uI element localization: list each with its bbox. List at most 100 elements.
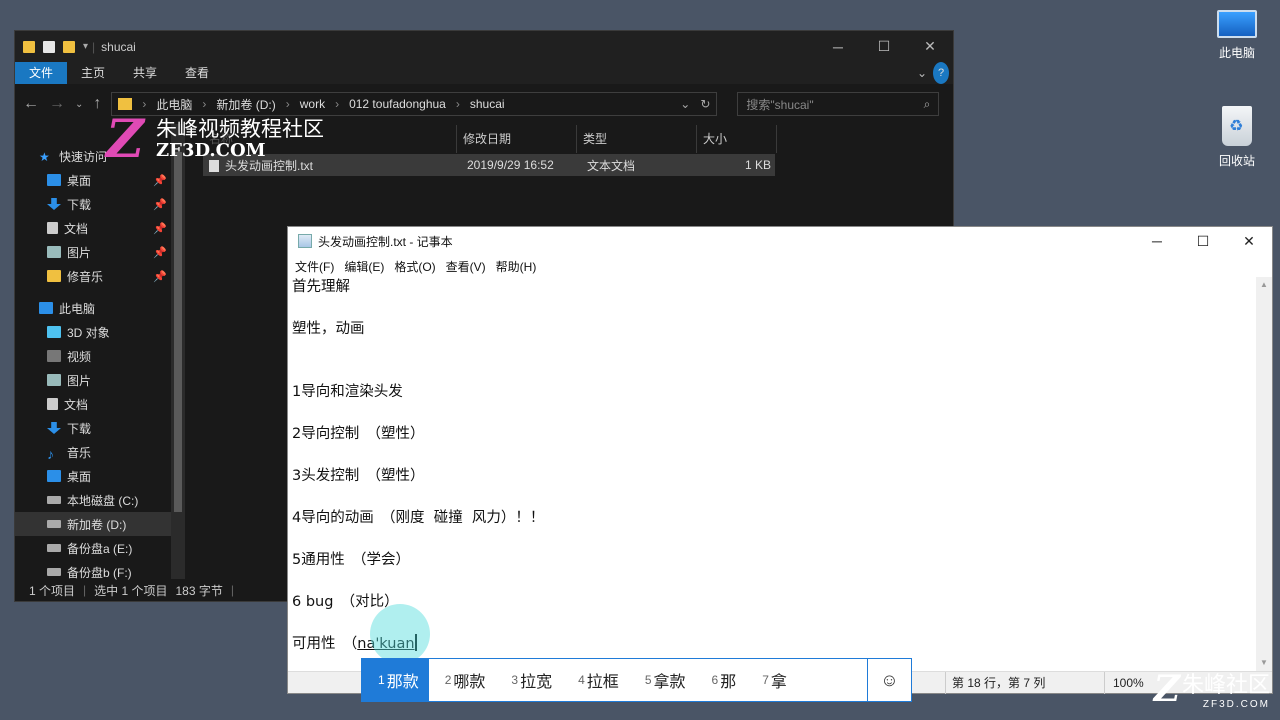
breadcrumb-toufadonghua[interactable]: 012 toufadonghua [349, 97, 446, 111]
download-icon [47, 422, 61, 434]
breadcrumb-drive-d[interactable]: 新加卷 (D:) [216, 96, 275, 113]
nav-item-music-folder[interactable]: 修音乐 📌 [15, 264, 171, 288]
folder-icon [23, 40, 35, 53]
desktop-icon [47, 174, 61, 186]
text-file-icon [209, 160, 219, 173]
nav-item-desktop[interactable]: 桌面 📌 [15, 168, 171, 192]
nav-quick-access[interactable]: ★ 快速访问 [15, 144, 171, 168]
scroll-thumb[interactable] [174, 152, 182, 512]
nav-item-music[interactable]: ♪ 音乐 [15, 440, 171, 464]
text-line-current: 可用性 （na'kuan [292, 634, 417, 652]
nav-item-downloads[interactable]: 下载 📌 [15, 192, 171, 216]
watermark-name: 朱峰视频教程社区 [156, 118, 324, 141]
notepad-scrollbar[interactable]: ▲ ▼ [1256, 277, 1272, 671]
properties-icon[interactable] [43, 40, 55, 53]
pin-icon: 📌 [153, 174, 167, 187]
nav-item-documents[interactable]: 文档 📌 [15, 216, 171, 240]
text-line [292, 613, 1252, 634]
computer-icon [1217, 10, 1257, 38]
ime-candidate[interactable]: 5 拿款 [629, 659, 696, 701]
recent-locations-icon[interactable]: ⌄ [75, 99, 83, 110]
ime-candidate[interactable]: 4 拉框 [562, 659, 629, 701]
nav-item-drive-c[interactable]: 本地磁盘 (C:) [15, 488, 171, 512]
ime-candidate[interactable]: 7拿 [746, 659, 797, 701]
menu-view[interactable]: 查看(V) [441, 258, 491, 275]
text-line: 3头发控制 （塑性） [292, 468, 425, 484]
minimize-button[interactable]: ─ [1134, 227, 1180, 255]
nav-item-pictures-pc[interactable]: 图片 [15, 368, 171, 392]
file-size: 1 KB [744, 158, 771, 172]
notepad-text-area[interactable]: 首先理解 塑性，动画 1导向和渲染头发 2导向控制 （塑性） 3头发控制 （塑性… [288, 277, 1256, 671]
recycle-bin-icon [1222, 106, 1252, 146]
tab-home[interactable]: 主页 [67, 62, 119, 84]
menu-file[interactable]: 文件(F) [290, 258, 339, 275]
notepad-window: 头发动画控制.txt - 记事本 ─ ☐ ✕ 文件(F) 编辑(E) 格式(O)… [287, 226, 1273, 694]
nav-item-pictures[interactable]: 图片 📌 [15, 240, 171, 264]
up-arrow-icon[interactable]: ↑ [93, 95, 101, 113]
text-line [292, 361, 1252, 382]
text-line [292, 487, 1252, 508]
ime-candidate[interactable]: 1 那款 [362, 659, 429, 701]
ime-candidate[interactable]: 2 哪款 [429, 659, 496, 701]
nav-this-pc[interactable]: 此电脑 [15, 296, 171, 320]
nav-item-desktop-pc[interactable]: 桌面 [15, 464, 171, 488]
desktop-icon-label: 此电脑 [1218, 46, 1255, 60]
close-button[interactable]: ✕ [1226, 227, 1272, 255]
back-arrow-icon[interactable]: ← [23, 95, 39, 113]
watermark-corner-url: ZF3D.COM [1202, 699, 1270, 710]
desktop-icon-recycle-bin[interactable]: 回收站 [1202, 106, 1272, 169]
text-line: 2导向控制 （塑性） [292, 426, 425, 442]
drive-icon [47, 544, 61, 552]
file-row[interactable]: 头发动画控制.txt 2019/9/29 16:52 文本文档 1 KB [203, 154, 775, 176]
minimize-button[interactable]: ─ [815, 31, 861, 62]
ime-candidate[interactable]: 3 拉宽 [495, 659, 562, 701]
breadcrumb-work[interactable]: work [300, 97, 325, 111]
text-line: 塑性，动画 [292, 321, 365, 337]
column-modified[interactable]: 修改日期 [457, 125, 577, 153]
text-line [292, 571, 1252, 592]
new-folder-icon[interactable] [63, 40, 75, 53]
close-button[interactable]: ✕ [907, 31, 953, 62]
emoji-icon[interactable]: ☺ [867, 659, 911, 701]
zf3d-logo-icon: Z [106, 109, 144, 170]
refresh-icon[interactable]: ↻ [700, 97, 710, 111]
drive-icon [47, 496, 61, 504]
breadcrumb-this-pc[interactable]: 此电脑 [156, 96, 192, 113]
address-dropdown-icon[interactable]: ⌄ [680, 97, 690, 111]
tab-share[interactable]: 共享 [119, 62, 171, 84]
nav-item-drive-d[interactable]: 新加卷 (D:) [15, 512, 171, 536]
notepad-menu-bar: 文件(F) 编辑(E) 格式(O) 查看(V) 帮助(H) [288, 255, 1272, 277]
nav-item-videos[interactable]: 视频 [15, 344, 171, 368]
breadcrumb-shucai[interactable]: shucai [470, 97, 505, 111]
desktop-icon-label: 回收站 [1218, 154, 1255, 168]
tab-view[interactable]: 查看 [171, 62, 223, 84]
menu-format[interactable]: 格式(O) [389, 258, 440, 275]
column-size[interactable]: 大小 [697, 125, 777, 153]
quick-access-dropdown-icon[interactable]: ▾ [83, 41, 88, 52]
menu-help[interactable]: 帮助(H) [491, 258, 542, 275]
ribbon-expand-icon[interactable]: ⌄ [917, 62, 927, 84]
scroll-up-icon[interactable]: ▲ [1256, 277, 1272, 293]
ime-candidate-bar: 1 那款 2 哪款 3 拉宽 4 拉框 5 拿款 6那 7拿 ☺ [361, 658, 912, 702]
nav-item-drive-e[interactable]: 备份盘a (E:) [15, 536, 171, 560]
menu-edit[interactable]: 编辑(E) [339, 258, 389, 275]
text-line: 1导向和渲染头发 [292, 384, 403, 400]
nav-item-downloads-pc[interactable]: 下载 [15, 416, 171, 440]
search-input[interactable]: 搜索"shucai" ⌕ [737, 92, 940, 116]
help-icon[interactable]: ? [933, 62, 949, 84]
maximize-button[interactable]: ☐ [1180, 227, 1226, 255]
nav-item-documents-pc[interactable]: 文档 [15, 392, 171, 416]
nav-item-3d-objects[interactable]: 3D 对象 [15, 320, 171, 344]
corner-watermark: 朱峰社区 ZF3D.COM [1182, 667, 1270, 710]
file-modified: 2019/9/29 16:52 [467, 158, 554, 172]
nav-scrollbar[interactable] [171, 124, 185, 579]
maximize-button[interactable]: ☐ [861, 31, 907, 62]
watermark-url: ZF3D.COM [156, 140, 266, 161]
column-type[interactable]: 类型 [577, 125, 697, 153]
desktop-icon-this-pc[interactable]: 此电脑 [1202, 4, 1272, 61]
watermark-corner-name: 朱峰社区 [1181, 672, 1270, 697]
ime-candidate[interactable]: 6那 [696, 659, 747, 701]
forward-arrow-icon[interactable]: → [49, 95, 65, 113]
tab-file[interactable]: 文件 [15, 62, 68, 84]
drive-icon [47, 568, 61, 576]
